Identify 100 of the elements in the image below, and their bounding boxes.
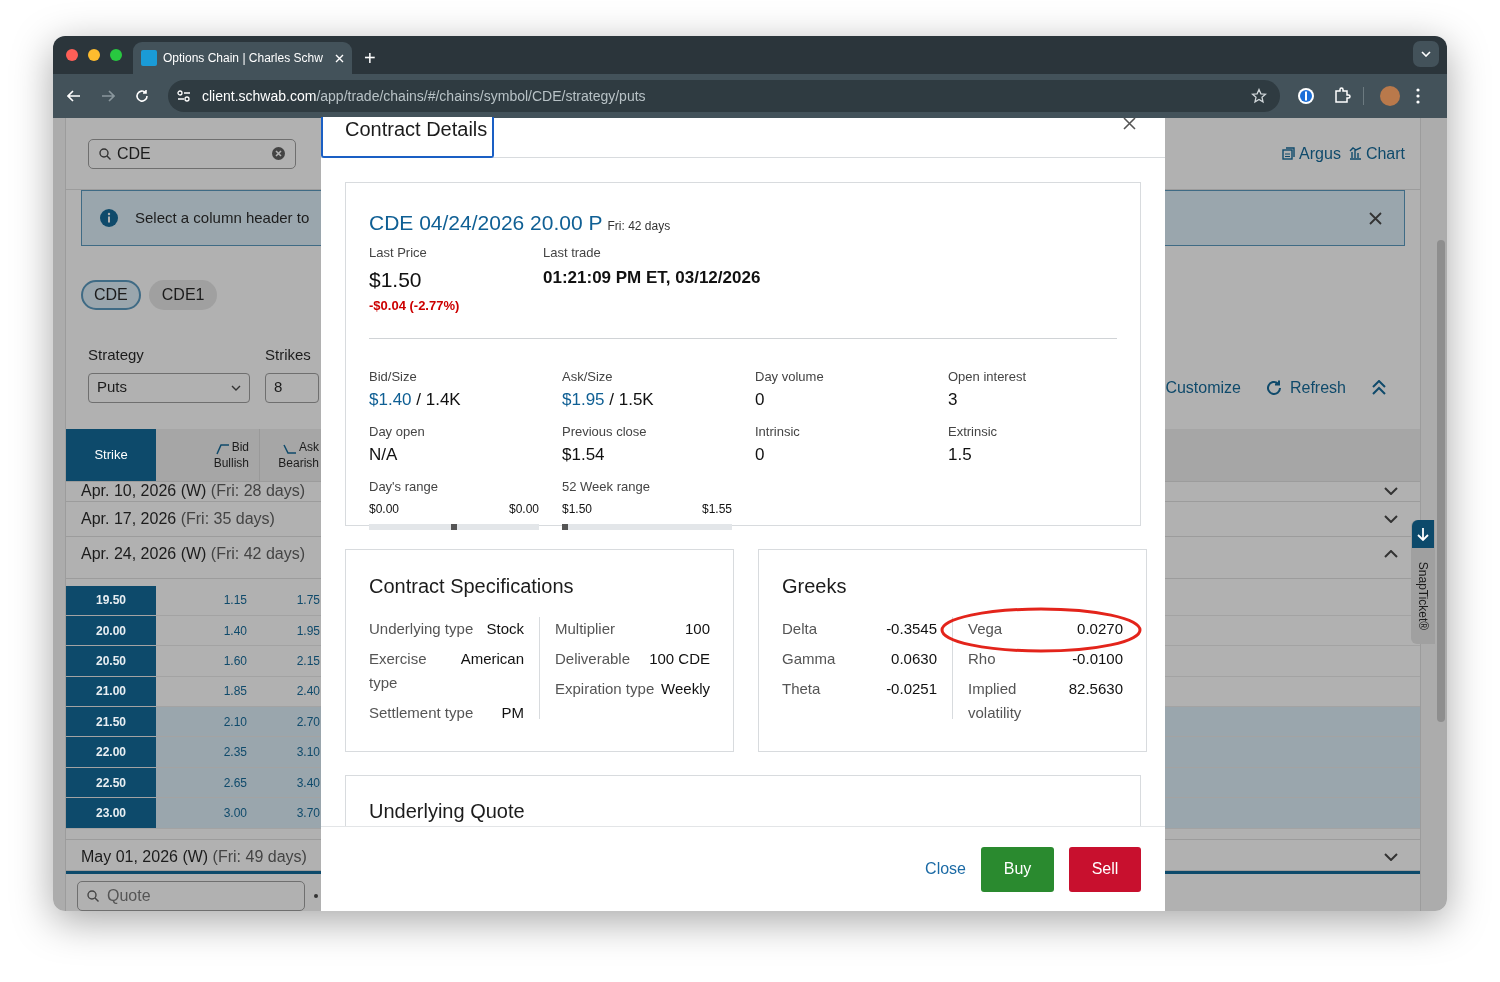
strike-cell: 22.50 bbox=[66, 767, 156, 798]
table-cell[interactable]: 2.15 bbox=[260, 646, 321, 676]
table-cell[interactable]: 3.70 bbox=[260, 798, 321, 828]
strike-cell: 23.00 bbox=[66, 798, 156, 828]
close-icon[interactable] bbox=[1369, 211, 1382, 225]
card-title: Greeks bbox=[782, 574, 848, 598]
card-title: Underlying Quote bbox=[369, 800, 526, 822]
strike-cell: 19.50 bbox=[66, 585, 156, 615]
contract-symbol: CDE 04/24/2026 20.00 P bbox=[369, 210, 603, 236]
clear-icon[interactable] bbox=[272, 147, 285, 160]
stat-label: Open interest bbox=[948, 369, 1028, 385]
table-cell[interactable]: 2.65 bbox=[156, 767, 260, 798]
table-cell[interactable]: 1.15 bbox=[156, 585, 260, 615]
symbol-chip[interactable]: CDE1 bbox=[148, 280, 218, 310]
reload-icon[interactable] bbox=[135, 89, 149, 103]
card-title: Contract Specifications bbox=[369, 574, 575, 598]
field-value: PM bbox=[501, 703, 524, 723]
close-window-icon[interactable] bbox=[66, 49, 78, 61]
chevron-down-icon[interactable] bbox=[1384, 852, 1398, 861]
table-cell[interactable]: 3.40 bbox=[260, 767, 321, 798]
stat-label: Last trade bbox=[543, 243, 602, 262]
stat-value: 0 bbox=[755, 444, 766, 466]
expiration-title[interactable]: Apr. 10, 2026 (W) (Fri: 28 days) bbox=[81, 481, 306, 500]
strategy-select[interactable]: Puts bbox=[88, 372, 250, 403]
sell-button[interactable]: Sell bbox=[1069, 846, 1141, 892]
stat-label: Intrinsic bbox=[755, 424, 801, 440]
toolbar-link[interactable]: Refresh bbox=[1266, 375, 1346, 400]
rising-line-icon bbox=[215, 442, 230, 455]
minimize-window-icon[interactable] bbox=[88, 49, 100, 61]
link[interactable]: Argus bbox=[1282, 141, 1341, 166]
side-tab-label: SnapTicket® bbox=[1415, 560, 1431, 633]
table-cell[interactable]: 1.85 bbox=[156, 676, 260, 707]
expiration-title[interactable]: Apr. 17, 2026 (Fri: 35 days) bbox=[81, 509, 275, 528]
double-chevron-up-icon[interactable] bbox=[1372, 380, 1386, 395]
site-icon bbox=[141, 50, 157, 66]
close-link[interactable]: Close bbox=[925, 857, 966, 881]
table-cell[interactable]: 3.00 bbox=[156, 798, 260, 828]
table-cell[interactable]: 2.40 bbox=[260, 676, 321, 707]
table-cell[interactable]: 1.40 bbox=[156, 615, 260, 646]
column-header[interactable]: Strike bbox=[66, 428, 156, 481]
table-cell[interactable]: 1.60 bbox=[156, 646, 260, 676]
chevron-down-icon[interactable] bbox=[1384, 486, 1398, 495]
field-value: 0.0270 bbox=[1077, 619, 1123, 639]
table-cell[interactable]: 1.95 bbox=[260, 615, 321, 646]
symbol-chip[interactable]: CDE bbox=[81, 280, 141, 310]
stat-value: 01:21:09 PM ET, 03/12/2026 bbox=[543, 267, 761, 289]
forward-icon[interactable] bbox=[101, 90, 115, 102]
link[interactable]: Chart bbox=[1348, 141, 1405, 166]
toolbar-link[interactable]: Customize bbox=[1165, 375, 1241, 400]
extensions-icon[interactable] bbox=[1333, 87, 1351, 105]
dialog-title-tab[interactable]: Contract Details bbox=[321, 117, 494, 158]
back-icon[interactable] bbox=[67, 90, 81, 102]
quote-field[interactable]: Quote bbox=[77, 880, 305, 911]
close-icon[interactable] bbox=[1123, 117, 1136, 130]
field-value: 82.5630 bbox=[1068, 679, 1123, 699]
url-text: client.schwab.com/app/trade/chains/#/chains/symbol/CDE/strategy/puts bbox=[202, 86, 646, 106]
field-label: Theta bbox=[782, 679, 821, 699]
site-settings-icon[interactable] bbox=[177, 90, 191, 102]
field-label: Strikes bbox=[265, 345, 312, 365]
refresh-icon bbox=[1266, 380, 1282, 395]
strike-cell: 21.00 bbox=[66, 676, 156, 707]
password-manager-icon[interactable] bbox=[1297, 87, 1315, 105]
browser-tab[interactable]: Options Chain | Charles Schw bbox=[133, 42, 352, 74]
column-header[interactable]: Bid Bullish bbox=[156, 428, 260, 481]
field-label: Implied volatility bbox=[968, 679, 1023, 723]
document-icon bbox=[1282, 147, 1296, 160]
tab-list-button[interactable] bbox=[1413, 41, 1439, 67]
maximize-window-icon[interactable] bbox=[110, 49, 122, 61]
table-cell[interactable]: 2.70 bbox=[260, 707, 321, 737]
field-value: American bbox=[460, 649, 524, 669]
range-low: $1.50 bbox=[562, 501, 593, 518]
strike-cell: 20.00 bbox=[66, 615, 156, 646]
scrollbar-thumb[interactable] bbox=[1437, 240, 1445, 722]
expiration-title[interactable]: Apr. 24, 2026 (W) (Fri: 42 days) bbox=[81, 544, 306, 563]
new-tab-button[interactable]: + bbox=[364, 48, 376, 68]
strikes-field[interactable]: 8 bbox=[265, 372, 319, 403]
search-field[interactable]: CDE bbox=[88, 138, 296, 169]
field-label: Deliverable bbox=[555, 649, 631, 669]
table-cell[interactable]: 3.10 bbox=[260, 737, 321, 767]
expiration-title[interactable]: May 01, 2026 (W) (Fri: 49 days) bbox=[81, 847, 307, 866]
field-label: Multiplier bbox=[555, 619, 615, 639]
field-label: Settlement type bbox=[369, 703, 474, 723]
field-value: 100 CDE bbox=[649, 649, 710, 669]
buy-button[interactable]: Buy bbox=[981, 846, 1054, 892]
chevron-down-icon[interactable] bbox=[1384, 514, 1398, 523]
chevron-up-icon[interactable] bbox=[1384, 549, 1398, 558]
table-cell[interactable]: 1.75 bbox=[260, 585, 321, 615]
column-header[interactable]: Ask Bearish bbox=[260, 428, 321, 481]
menu-icon[interactable] bbox=[1416, 88, 1420, 104]
stat-value: 0 bbox=[755, 389, 766, 411]
bookmark-star-icon[interactable] bbox=[1251, 88, 1267, 104]
table-cell[interactable]: 2.35 bbox=[156, 737, 260, 767]
table-cell[interactable]: 2.10 bbox=[156, 707, 260, 737]
stat-label: Day's range bbox=[369, 479, 439, 495]
snapticket-tab[interactable]: SnapTicket® bbox=[1411, 520, 1435, 644]
field-label: Rho bbox=[968, 649, 996, 669]
address-bar[interactable]: client.schwab.com/app/trade/chains/#/chains/symbol/CDE/strategy/puts bbox=[168, 80, 1280, 112]
chevron-down-icon bbox=[1421, 51, 1431, 57]
tab-title: Options Chain | Charles Schw bbox=[163, 50, 324, 67]
info-icon bbox=[100, 209, 118, 227]
